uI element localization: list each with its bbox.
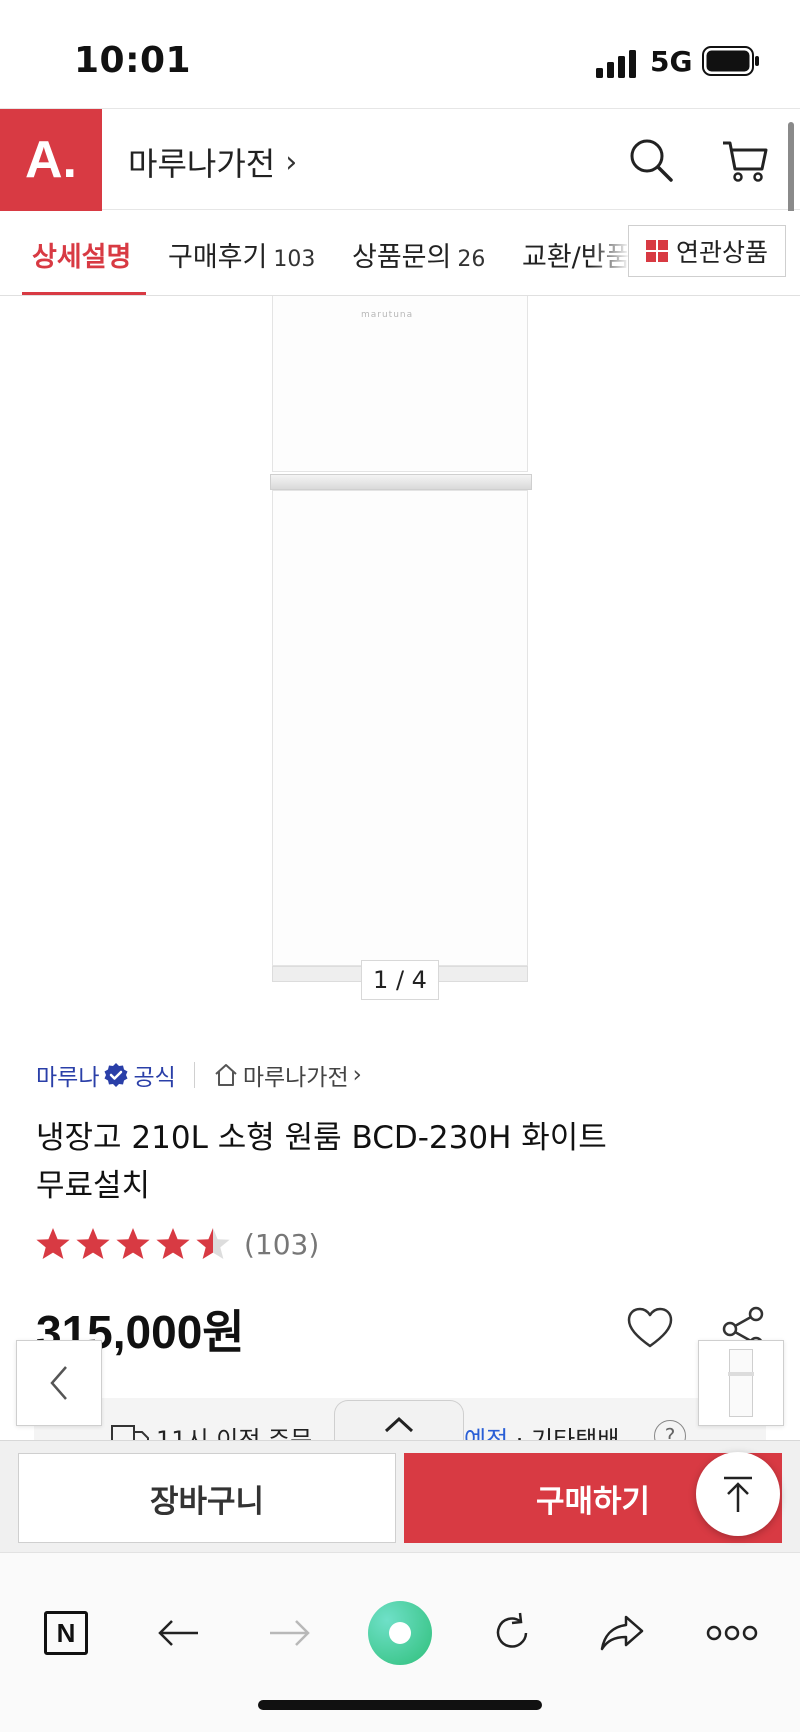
- product-rating[interactable]: (103): [34, 1226, 319, 1262]
- network-type: 5G: [650, 45, 693, 78]
- add-to-cart-button[interactable]: 장바구니: [18, 1453, 396, 1543]
- forward-button[interactable]: [264, 1607, 316, 1659]
- detail-tabs: 상세설명 구매후기 103 상품문의 26 교환/반품 연관상품: [0, 211, 800, 296]
- divider: [193, 1062, 195, 1088]
- rating-stars: [34, 1226, 232, 1262]
- star-icon: [76, 1228, 110, 1259]
- chevron-up-icon: [384, 1416, 414, 1432]
- status-bar: 10:01 5G: [0, 0, 800, 108]
- cart-icon[interactable]: [720, 135, 770, 185]
- green-dot-icon: [368, 1601, 432, 1665]
- refresh-button[interactable]: [486, 1607, 538, 1659]
- star-icon: [36, 1228, 70, 1259]
- purchase-action-bar: 장바구니 구매하기: [0, 1440, 800, 1552]
- product-image-gallery[interactable]: marutuna 1 / 4: [0, 296, 800, 1010]
- related-products-label: 연관상품: [675, 238, 768, 267]
- image-pager: 1 / 4: [361, 960, 439, 1000]
- heart-icon[interactable]: [626, 1306, 674, 1350]
- fridge-brand-mark: marutuna: [361, 310, 414, 320]
- home-icon: [215, 1064, 237, 1086]
- brand-name-link[interactable]: 마루나: [36, 1058, 99, 1092]
- site-logo[interactable]: A.: [0, 109, 102, 211]
- fridge-thumbnail-image: [728, 1349, 754, 1417]
- prev-product-button[interactable]: [16, 1340, 102, 1426]
- scroll-to-top-button[interactable]: [696, 1452, 780, 1536]
- chevron-left-icon: [50, 1366, 67, 1400]
- tab-reviews-count: 103: [273, 247, 316, 272]
- naver-home-button[interactable]: N: [40, 1607, 92, 1659]
- more-dots-icon: [706, 1625, 758, 1641]
- store-home-name: 마루나가전: [242, 1065, 349, 1091]
- star-icon: [196, 1228, 230, 1259]
- tab-detail[interactable]: 상세설명: [32, 235, 131, 274]
- tab-qna[interactable]: 상품문의 26: [352, 235, 485, 274]
- related-product-thumbnail[interactable]: [698, 1340, 784, 1426]
- battery-icon: [702, 46, 759, 76]
- refresh-icon: [496, 1612, 528, 1648]
- forward-share-icon: [600, 1615, 644, 1651]
- fridge-freezer-door: marutuna: [272, 296, 528, 472]
- verified-badge-icon: [104, 1063, 128, 1087]
- home-indicator: [258, 1700, 542, 1710]
- back-button[interactable]: [152, 1607, 204, 1659]
- store-name-link[interactable]: 마루나가전 ›: [128, 139, 297, 185]
- tab-qna-count: 26: [457, 247, 486, 272]
- naver-n-icon: N: [44, 1611, 88, 1655]
- review-count: (103): [244, 1227, 320, 1261]
- buy-now-label: 구매하기: [535, 1483, 651, 1520]
- search-icon[interactable]: [626, 135, 676, 185]
- more-button[interactable]: [706, 1607, 758, 1659]
- star-icon: [156, 1228, 190, 1259]
- store-name: 마루나가전: [128, 145, 276, 183]
- arrow-right-icon: [270, 1620, 310, 1646]
- chevron-right-icon: ›: [352, 1062, 362, 1088]
- cellular-signal-icon: [596, 50, 636, 78]
- tab-detail-label: 상세설명: [32, 242, 132, 273]
- price-currency: 원: [202, 1305, 245, 1359]
- grid-icon: [645, 240, 668, 262]
- arrow-up-icon: [724, 1476, 752, 1512]
- arrow-left-icon: [158, 1620, 198, 1646]
- share-page-button[interactable]: [596, 1607, 648, 1659]
- product-title: 냉장고 210L 소형 원룸 BCD-230H 화이트 무료설치: [36, 1114, 676, 1210]
- store-home-link[interactable]: 마루나가전 ›: [213, 1058, 362, 1092]
- product-title-line1: 냉장고 210L 소형 원룸 BCD-230H 화이트: [36, 1120, 607, 1156]
- brand-row: 마루나 공식 마루나가전 ›: [36, 1058, 362, 1092]
- app-header: A. 마루나가전 ›: [0, 108, 800, 211]
- tab-reviews[interactable]: 구매후기 103: [168, 235, 315, 274]
- product-title-line2: 무료설치: [36, 1168, 151, 1204]
- tab-reviews-label: 구매후기: [168, 242, 268, 273]
- tab-qna-label: 상품문의: [352, 242, 452, 273]
- green-dot-button[interactable]: [368, 1601, 432, 1665]
- fridge-handle: [270, 474, 532, 490]
- star-icon: [116, 1228, 150, 1259]
- fridge-main-door: [272, 490, 528, 966]
- official-label: 공식: [133, 1065, 176, 1091]
- status-time: 10:01: [74, 40, 192, 81]
- chevron-right-icon: ›: [285, 144, 298, 180]
- tab-fade: [590, 211, 630, 295]
- related-products-button[interactable]: 연관상품: [628, 225, 786, 277]
